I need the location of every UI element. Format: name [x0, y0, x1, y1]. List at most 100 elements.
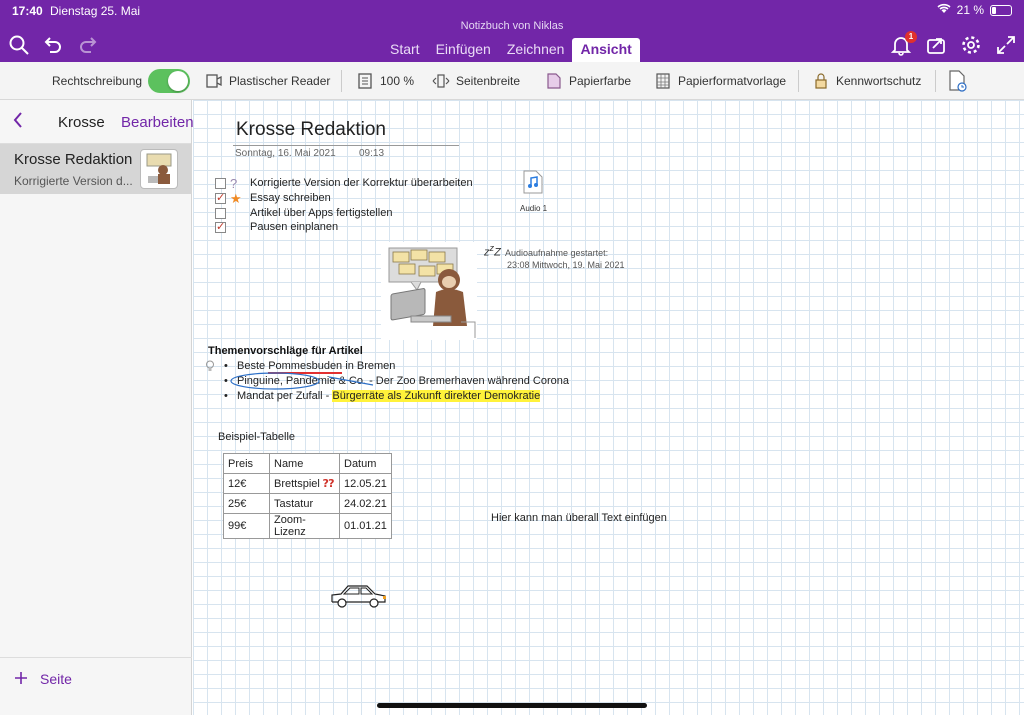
table-cell[interactable]: 99€: [223, 513, 270, 539]
spelling-toggle-group[interactable]: Rechtschreibung: [52, 62, 191, 100]
table-cell[interactable]: 25€: [223, 493, 270, 514]
lightbulb-icon: [205, 360, 215, 375]
todo-item[interactable]: ★ Essay schreiben: [215, 191, 331, 206]
ink-circle-annotation: [230, 372, 374, 390]
paper-template-button[interactable]: Papierformatvorlage: [654, 62, 786, 100]
table-cell[interactable]: Zoom-Lizenz: [269, 513, 340, 539]
recording-timestamp: 23:08 Mittwoch, 19. Mai 2021: [507, 260, 625, 270]
page-date: Sonntag, 16. Mai 2021: [235, 148, 336, 159]
todo-checkbox[interactable]: [215, 207, 226, 219]
back-chevron-icon[interactable]: [12, 111, 24, 134]
view-ribbon: Rechtschreibung Plastischer Reader 100 %…: [0, 62, 1024, 100]
zoom-label: 100 %: [380, 74, 415, 88]
add-page-button[interactable]: Seite: [40, 671, 72, 687]
gear-icon[interactable]: [960, 34, 982, 56]
lock-icon: [815, 73, 827, 89]
undo-icon[interactable]: [42, 34, 64, 56]
todo-checkbox[interactable]: ★: [215, 191, 242, 206]
sidebar-footer: Seite: [0, 657, 192, 715]
todo-item[interactable]: ? Korrigierte Version der Korrektur über…: [215, 176, 473, 191]
zoom-button[interactable]: 100 %: [356, 62, 414, 100]
column-header[interactable]: Preis: [223, 453, 270, 474]
star-tag-icon: ★: [230, 190, 242, 206]
page-history-icon: [949, 70, 967, 92]
note-canvas[interactable]: Krosse Redaktion Sonntag, 16. Mai 2021 0…: [193, 100, 1024, 715]
table-label: Beispiel-Tabelle: [218, 431, 296, 443]
redo-icon[interactable]: [77, 34, 99, 56]
spelling-label: Rechtschreibung: [52, 74, 143, 88]
title-underline: [233, 145, 459, 146]
page-title[interactable]: Krosse Redaktion: [236, 119, 386, 141]
question-marks-doodle: ⁇: [322, 478, 335, 490]
audio-file-icon[interactable]: [523, 170, 543, 194]
table-cell[interactable]: 12.05.21: [339, 473, 392, 494]
page-time: 09:13: [359, 148, 385, 159]
status-time: 17:40: [12, 4, 43, 18]
table-header-row: Preis Name Datum: [223, 453, 392, 474]
tab-einfuegen[interactable]: Einfügen: [428, 38, 499, 62]
topic-text: Mandat per Zufall -: [237, 390, 333, 402]
password-protection-button[interactable]: Kennwortschutz: [812, 62, 921, 100]
todo-text: Pausen einplanen: [250, 221, 339, 233]
sidebar-header: Krosse Bearbeiten: [0, 100, 194, 144]
status-right: 21 %: [937, 3, 1012, 17]
table-cell[interactable]: 24.02.21: [339, 493, 392, 514]
topics-heading[interactable]: Themenvorschläge für Artikel: [208, 345, 363, 357]
tab-ansicht[interactable]: Ansicht: [572, 38, 640, 62]
table-cell[interactable]: 12€: [223, 473, 270, 494]
page-width-icon: [432, 74, 450, 88]
column-header[interactable]: Name: [269, 453, 340, 474]
ribbon-divider: [341, 70, 342, 92]
example-table[interactable]: Preis Name Datum 12€ Brettspiel ⁇ 12.05.…: [223, 453, 392, 539]
search-icon[interactable]: [8, 34, 30, 56]
ribbon-tabs: Start Einfügen Zeichnen Ansicht: [382, 38, 640, 62]
edit-button[interactable]: Bearbeiten: [121, 114, 194, 131]
tab-start[interactable]: Start: [382, 38, 428, 62]
todo-item[interactable]: Artikel über Apps fertigstellen: [215, 207, 392, 219]
tab-zeichnen[interactable]: Zeichnen: [499, 38, 573, 62]
plus-icon[interactable]: [14, 668, 28, 691]
immersive-reader-button[interactable]: Plastischer Reader: [205, 62, 330, 100]
bell-icon[interactable]: 1: [890, 31, 917, 56]
paper-color-button[interactable]: Papierfarbe: [545, 62, 631, 100]
password-label: Kennwortschutz: [836, 74, 922, 88]
column-header[interactable]: Datum: [339, 453, 392, 474]
todo-item[interactable]: Pausen einplanen: [215, 220, 339, 233]
paper-color-icon: [547, 73, 561, 89]
section-name: Krosse: [58, 114, 105, 131]
todo-checkbox[interactable]: ?: [215, 176, 237, 191]
spelling-toggle[interactable]: [148, 69, 191, 93]
car-drawing[interactable]: [329, 580, 389, 612]
status-date: Dienstag 25. Mai: [50, 4, 141, 18]
page-icon: [358, 73, 372, 89]
table-cell[interactable]: Brettspiel ⁇: [269, 473, 340, 494]
page-list-sidebar: Krosse Bearbeiten Krosse Redaktion Korri…: [0, 100, 194, 715]
wifi-icon: [937, 3, 951, 17]
paper-template-label: Papierformatvorlage: [678, 74, 787, 88]
sleep-doodle: zzZ: [484, 243, 501, 259]
page-versions-button[interactable]: [948, 62, 968, 100]
table-cell[interactable]: Tastatur: [269, 493, 340, 514]
todo-text: Artikel über Apps fertigstellen: [250, 207, 393, 219]
sidebar-page-preview: Korrigierte Version d...: [14, 174, 133, 188]
expand-icon[interactable]: [995, 34, 1017, 56]
sidebar-page-title: Krosse Redaktion: [14, 151, 133, 168]
ribbon-divider: [798, 70, 799, 92]
page-width-label: Seitenbreite: [456, 74, 521, 88]
recording-note: Audioaufnahme gestartet:: [505, 248, 609, 258]
top-bar: 17:40 Dienstag 25. Mai 21 % Notizbuch vo…: [0, 0, 1024, 62]
table-cell[interactable]: 01.01.21: [339, 513, 392, 539]
table-row: 12€ Brettspiel ⁇ 12.05.21: [223, 473, 392, 494]
page-width-button[interactable]: Seitenbreite: [432, 62, 520, 100]
share-icon[interactable]: [925, 34, 947, 56]
audio-label: Audio 1: [520, 204, 548, 213]
reader-label: Plastischer Reader: [229, 74, 331, 88]
highlighted-text: Bürgerräte als Zukunft direkter Demokrat…: [332, 390, 541, 402]
home-indicator[interactable]: [377, 703, 647, 708]
free-text-box[interactable]: Hier kann man überall Text einfügen: [491, 512, 667, 524]
sloth-illustration[interactable]: [381, 242, 477, 340]
sidebar-page-item[interactable]: Krosse Redaktion Korrigierte Version d..…: [0, 144, 192, 194]
list-item[interactable]: Mandat per Zufall - Bürgerräte als Zukun…: [224, 390, 541, 402]
paper-color-label: Papierfarbe: [569, 74, 632, 88]
todo-checkbox[interactable]: [215, 220, 226, 233]
